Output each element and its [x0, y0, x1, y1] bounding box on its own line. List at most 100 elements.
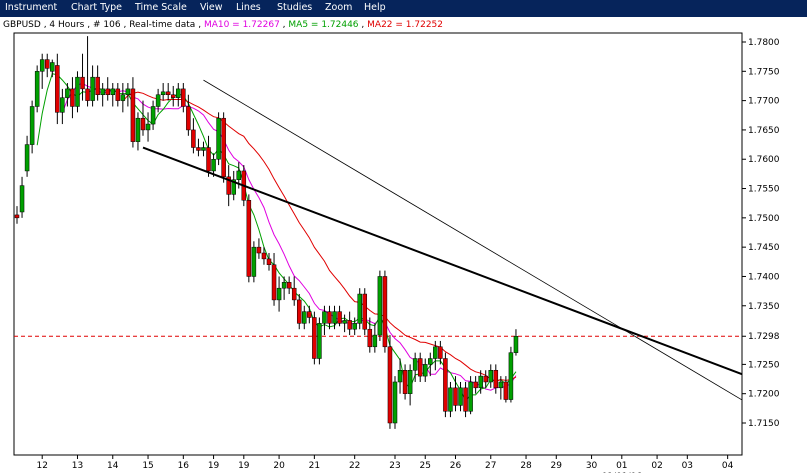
- x-tick-label: 19: [208, 461, 220, 471]
- x-tick-label: 02: [651, 461, 662, 471]
- candle-body: [145, 123, 151, 131]
- candle: [468, 376, 473, 415]
- menu-zoom[interactable]: Zoom: [325, 2, 352, 13]
- y-tick-label: 1.7500: [748, 214, 780, 224]
- y-tick-label: 1.7700: [748, 97, 780, 107]
- x-tick-label: 30: [586, 461, 598, 471]
- x-tick-label: 19: [238, 461, 250, 471]
- candle: [246, 194, 252, 283]
- y-tick-label: 1.7800: [748, 38, 780, 48]
- menu-chart-type[interactable]: Chart Type: [71, 2, 122, 13]
- candle-body: [24, 144, 30, 172]
- candle-body: [201, 147, 206, 151]
- candle-body: [332, 311, 337, 324]
- candle-body: [397, 369, 403, 383]
- candle-body: [291, 287, 297, 301]
- candle-body: [372, 334, 378, 348]
- candle-body: [211, 158, 216, 172]
- x-tick-label: 04: [722, 461, 734, 471]
- menu-time-scale[interactable]: Time Scale: [135, 2, 187, 13]
- x-tick-label: 29: [551, 461, 563, 471]
- candle-body: [377, 276, 383, 336]
- x-tick-label: 20: [273, 461, 285, 471]
- candle-body: [80, 76, 85, 90]
- candle: [443, 352, 448, 418]
- candle-body: [44, 59, 50, 69]
- candle-body: [327, 311, 332, 324]
- candle-body: [110, 88, 116, 96]
- candle-body: [115, 88, 121, 101]
- candle-body: [75, 76, 80, 107]
- candle-body: [322, 311, 327, 324]
- header-bar-count: # 106: [93, 20, 121, 30]
- candle-body: [438, 346, 443, 359]
- candle-body: [216, 117, 221, 160]
- y-tick-label: 1.7400: [748, 272, 780, 282]
- header-symbol: GBPUSD: [3, 20, 41, 30]
- x-tick-label: 27: [485, 461, 496, 471]
- candle-body: [473, 381, 478, 389]
- candle-body: [34, 71, 40, 107]
- y-tick-label: 1.7600: [748, 155, 780, 165]
- y-tick-label: 1.7298: [748, 332, 780, 342]
- header-mode: Real-time data: [129, 20, 195, 30]
- menu-lines[interactable]: Lines: [236, 2, 261, 13]
- header-ma10: MA10 = 1.72267: [204, 20, 280, 30]
- candle-body: [206, 147, 211, 172]
- candle-body: [135, 117, 141, 142]
- menu-instrument[interactable]: Instrument: [5, 2, 57, 13]
- candle-body: [90, 76, 95, 101]
- candle: [251, 241, 257, 283]
- candle-body: [170, 94, 176, 98]
- candle: [377, 270, 383, 341]
- candle-body: [191, 129, 196, 148]
- candle-body: [221, 117, 226, 178]
- y-tick-label: 1.7550: [748, 185, 780, 195]
- candle-body: [493, 369, 499, 389]
- candle-body: [70, 88, 75, 107]
- candle-body: [155, 94, 161, 107]
- candle-body: [55, 65, 60, 113]
- candle-body: [286, 282, 292, 289]
- candlestick-chart[interactable]: GBPUSD , 4 Hours , # 106 , Real-time dat…: [0, 17, 807, 473]
- candle-body: [60, 97, 65, 113]
- candle-body: [443, 358, 448, 412]
- candle-body: [483, 375, 488, 383]
- candle-body: [503, 381, 509, 400]
- candle-body: [181, 88, 186, 107]
- menu-studies[interactable]: Studies: [277, 2, 312, 13]
- candle-body: [347, 320, 352, 330]
- candle-body: [236, 170, 242, 180]
- candle-body: [392, 381, 398, 424]
- candle-body: [307, 311, 312, 318]
- candle-body: [468, 381, 473, 412]
- candle: [387, 335, 393, 429]
- candle-body: [463, 387, 468, 412]
- candle-body: [29, 106, 35, 145]
- candle-body: [196, 147, 201, 151]
- menu-help[interactable]: Help: [364, 2, 386, 13]
- chart-header: GBPUSD , 4 Hours , # 106 , Real-time dat…: [3, 20, 443, 30]
- candle-body: [508, 352, 514, 400]
- candle-body: [317, 323, 322, 359]
- x-tick-label: 22: [349, 461, 360, 471]
- x-tick-label: 16: [178, 461, 190, 471]
- candle-body: [281, 282, 287, 289]
- candle-body: [261, 252, 267, 260]
- y-tick-label: 1.7200: [748, 390, 780, 400]
- candle-body: [140, 117, 146, 131]
- candle-body: [453, 387, 458, 406]
- candle-body: [352, 323, 357, 330]
- candle-body: [367, 328, 373, 348]
- candle-body: [312, 317, 317, 359]
- candle-body: [85, 88, 90, 101]
- candle-body: [186, 106, 191, 131]
- candle-body: [302, 311, 307, 324]
- x-tick-label: 12: [36, 461, 47, 471]
- x-tick-label: 13: [72, 461, 83, 471]
- candle-body: [337, 311, 342, 324]
- chart-area[interactable]: GBPUSD , 4 Hours , # 106 , Real-time dat…: [0, 17, 807, 473]
- candle-body: [433, 346, 438, 359]
- menu-bar: Instrument Chart Type Time Scale View Li…: [0, 0, 807, 17]
- menu-view[interactable]: View: [200, 2, 223, 13]
